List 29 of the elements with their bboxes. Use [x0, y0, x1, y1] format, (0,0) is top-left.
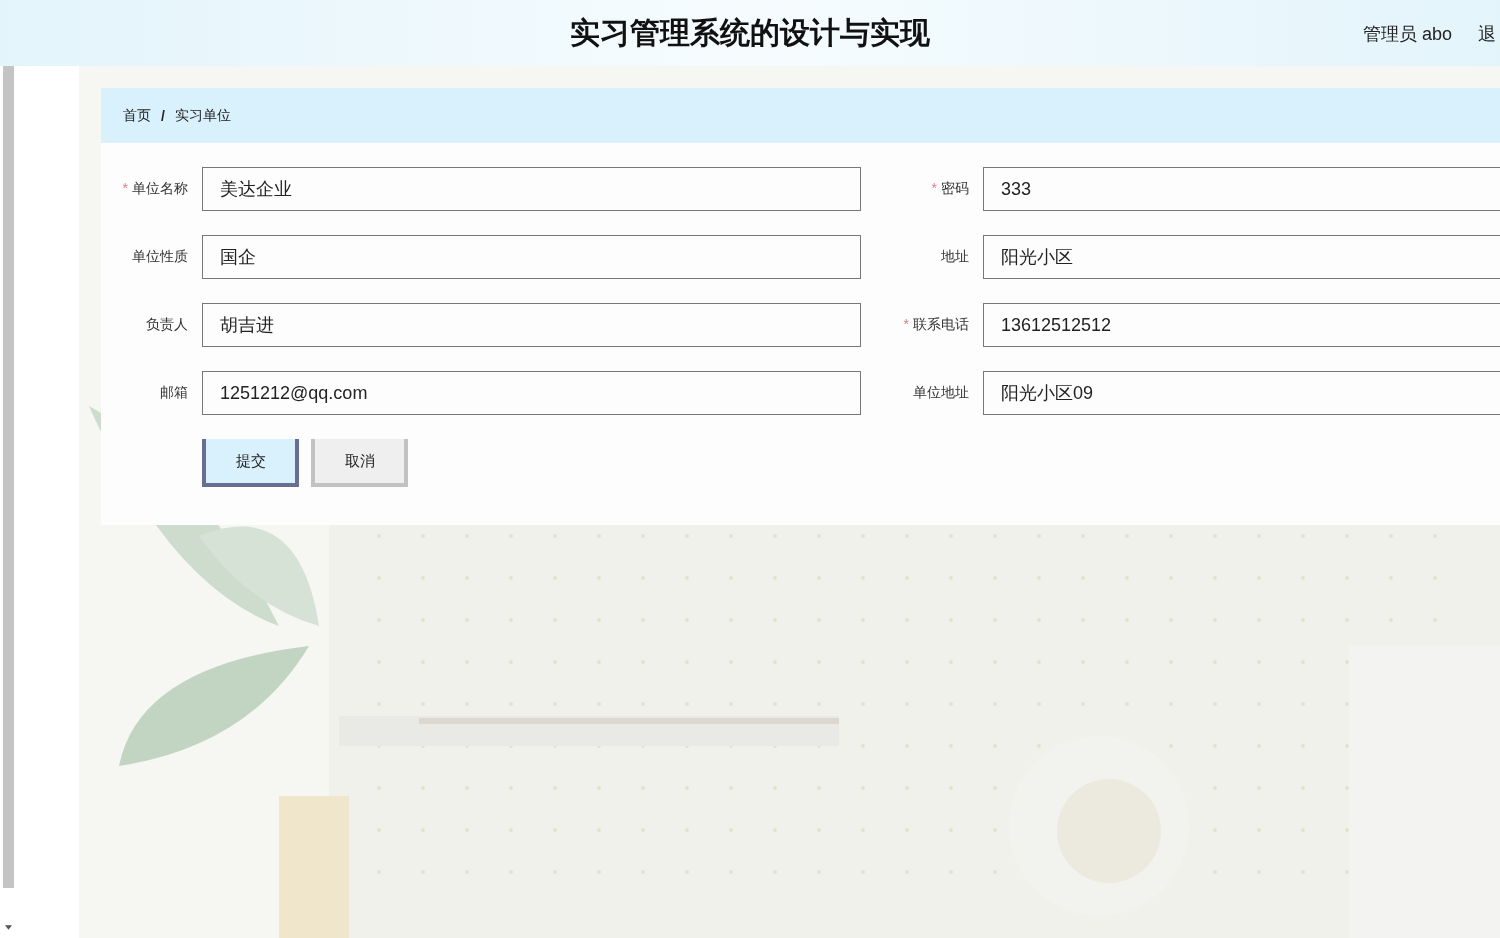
- field-label: 联系电话: [913, 316, 969, 334]
- input-field[interactable]: 阳光小区: [983, 235, 1500, 279]
- breadcrumb-link[interactable]: 实习单位: [174, 106, 231, 125]
- input-field[interactable]: 1251212@qq.com: [202, 371, 861, 415]
- scrollbar[interactable]: [3, 66, 14, 888]
- required-mark: *: [903, 316, 909, 334]
- input-field[interactable]: 国企: [202, 235, 861, 279]
- field-label: 邮箱: [160, 384, 188, 402]
- field-label: 单位性质: [132, 248, 188, 266]
- field-label: 负责人: [146, 316, 188, 334]
- user-name: 管理员 abo: [1362, 23, 1452, 46]
- submit-button[interactable]: 提交: [202, 439, 299, 487]
- page-title: 实习管理系统的设计与实现: [570, 14, 930, 51]
- logout-link[interactable]: 退: [1478, 22, 1496, 46]
- field-label: 单位地址: [913, 384, 969, 402]
- input-field[interactable]: 阳光小区09: [983, 371, 1500, 415]
- field-label: 地址: [941, 248, 969, 266]
- field-label: 单位名称: [132, 180, 188, 198]
- cancel-button[interactable]: 取消: [311, 439, 408, 487]
- input-field[interactable]: 13612512512: [983, 303, 1500, 347]
- scroll-down-icon[interactable]: [5, 925, 12, 930]
- breadcrumb-link[interactable]: 首页: [123, 106, 151, 125]
- field-label: 密码: [941, 180, 969, 198]
- required-mark: *: [931, 180, 937, 198]
- input-field[interactable]: 333: [983, 167, 1500, 211]
- input-field[interactable]: 美达企业: [202, 167, 861, 211]
- breadcrumb-separator: /: [161, 107, 165, 124]
- input-field[interactable]: 胡吉进: [202, 303, 861, 347]
- required-mark: *: [122, 180, 128, 198]
